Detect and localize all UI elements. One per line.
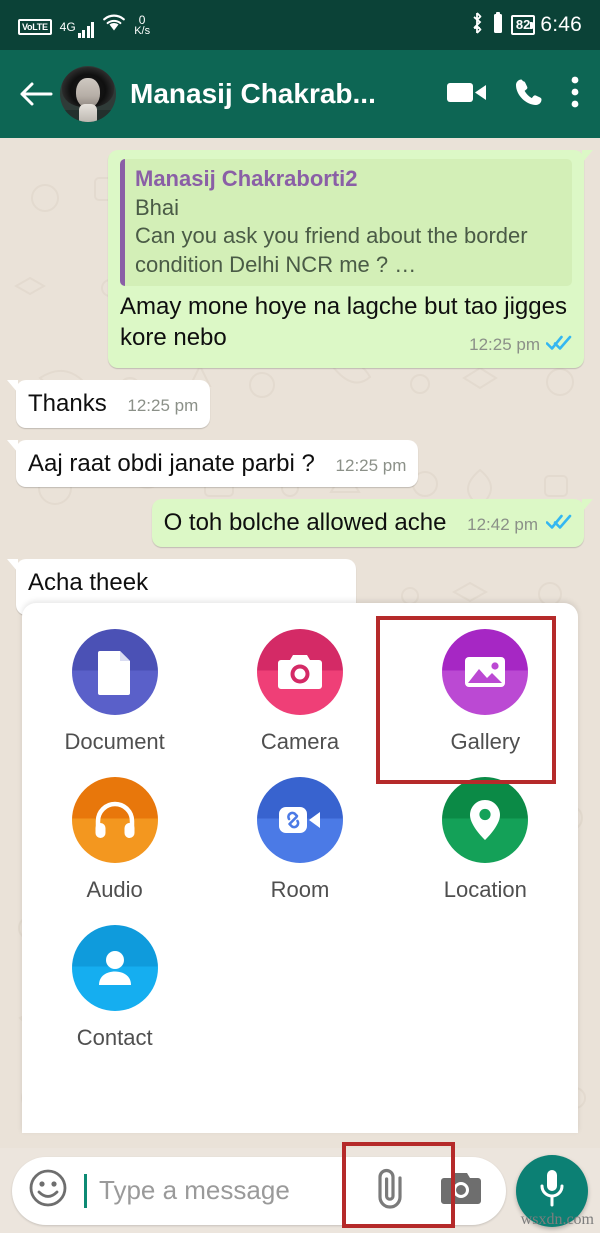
android-status-bar: VoLTE 4G 0 K/s 82 6:46 [0, 0, 600, 50]
network-type-label: 4G [59, 19, 76, 34]
signal-bars-icon [77, 21, 95, 38]
contact-person-icon [71, 925, 158, 1011]
data-rate-unit: K/s [134, 24, 151, 37]
status-bar-left-icons: VoLTE 4G 0 K/s [18, 13, 150, 38]
message-meta: 12:25 pm [469, 329, 572, 360]
location-pin-icon [442, 777, 529, 863]
composer-icons [370, 1167, 490, 1214]
read-receipt-double-check-icon [545, 329, 572, 360]
status-bar-right-icons: 82 6:46 [469, 11, 582, 40]
message-composer[interactable]: Type a message [12, 1156, 506, 1225]
message-bubble-outgoing[interactable]: O toh bolche allowed ache 12:42 pm [151, 499, 594, 547]
phone-call-icon[interactable] [514, 77, 544, 112]
attachment-option-location[interactable]: Location [393, 777, 578, 903]
bluetooth-icon [469, 11, 485, 40]
whatsapp-chat-screen: VoLTE 4G 0 K/s 82 6:46 Manasij Chakrab..… [0, 0, 600, 1233]
microphone-icon [538, 1168, 566, 1213]
attachment-option-gallery[interactable]: Gallery [393, 629, 578, 755]
message-list: Manasij Chakraborti2 Bhai Can you ask yo… [0, 138, 600, 615]
back-arrow-icon[interactable] [16, 74, 56, 114]
message-input-placeholder[interactable]: Type a message [99, 1175, 360, 1206]
attachment-options-panel[interactable]: Document Camera Gallery Audio Room Locat… [22, 603, 578, 1133]
emoji-smiley-icon[interactable] [28, 1168, 68, 1213]
battery-cap-icon [530, 21, 534, 29]
attachment-label: Room [270, 877, 330, 902]
gallery-icon [442, 629, 529, 715]
attachment-option-camera[interactable]: Camera [207, 629, 392, 755]
message-row: Thanks 12:25 pm [6, 379, 584, 428]
room-video-link-icon [256, 777, 343, 863]
attachment-label: Document [64, 729, 165, 754]
message-row: Aaj raat obdi janate parbi ? 12:25 pm [6, 439, 584, 488]
message-meta: 12:25 pm [127, 395, 198, 417]
message-bubble-outgoing[interactable]: Manasij Chakraborti2 Bhai Can you ask yo… [108, 150, 593, 368]
battery-bar-icon [492, 11, 504, 40]
attachment-label: Location [443, 877, 527, 902]
camera-icon[interactable] [440, 1171, 482, 1210]
attachment-option-contact[interactable]: Contact [22, 925, 207, 1051]
message-text: Aaj raat obdi janate parbi ? [28, 449, 315, 477]
message-bubble-incoming[interactable]: Thanks 12:25 pm [6, 379, 211, 428]
volte-indicator: VoLTE [18, 18, 52, 35]
text-cursor [84, 1173, 87, 1208]
quoted-text-line1: Bhai [135, 194, 180, 220]
message-text: Acha theek [28, 568, 149, 596]
message-text: O toh bolche allowed ache [163, 509, 447, 537]
message-row: Manasij Chakraborti2 Bhai Can you ask yo… [16, 150, 593, 368]
status-bar-clock: 6:46 [540, 13, 582, 36]
quoted-message[interactable]: Manasij Chakraborti2 Bhai Can you ask yo… [120, 159, 572, 287]
attachment-label: Camera [260, 729, 340, 754]
document-icon [71, 629, 158, 715]
read-receipt-double-check-icon [545, 508, 572, 539]
camera-icon [256, 629, 343, 715]
message-time: 12:25 pm [127, 395, 199, 415]
attachment-options-grid: Document Camera Gallery Audio Room Locat… [22, 629, 578, 1051]
message-meta: 12:25 pm [336, 455, 407, 477]
data-rate-value: 0 [138, 12, 146, 27]
message-time: 12:25 pm [469, 334, 540, 354]
message-bubble-incoming[interactable]: Aaj raat obdi janate parbi ? 12:25 pm [6, 439, 419, 488]
attachment-option-document[interactable]: Document [22, 629, 207, 755]
contact-avatar[interactable] [60, 66, 116, 122]
message-input-bar: Type a message [0, 1148, 600, 1233]
message-time: 12:42 pm [467, 515, 538, 535]
attachment-label: Gallery [450, 729, 521, 754]
message-text: Thanks [28, 389, 107, 417]
chat-app-bar: Manasij Chakrab... [0, 50, 600, 138]
quoted-text-line3: condition Delhi NCR me ? … [135, 251, 417, 277]
attachment-option-audio[interactable]: Audio [22, 777, 207, 903]
attachment-label: Audio [86, 877, 143, 902]
wifi-icon [102, 13, 126, 37]
message-row: O toh bolche allowed ache 12:42 pm [16, 499, 594, 547]
attachment-option-room[interactable]: Room [207, 777, 392, 903]
image-watermark: wsxdn.com [520, 1211, 594, 1228]
quoted-author: Manasij Chakraborti2 [135, 166, 358, 191]
message-time: 12:25 pm [335, 455, 407, 475]
attachment-label: Contact [76, 1025, 153, 1050]
data-rate-indicator: 0 K/s [134, 12, 151, 37]
quoted-text-line2: Can you ask you friend about the border [135, 223, 528, 249]
app-bar-actions [446, 75, 584, 114]
contact-name-title[interactable]: Manasij Chakrab... [130, 78, 376, 110]
message-meta: 12:42 pm [467, 508, 572, 539]
headphones-icon [71, 777, 158, 863]
overflow-menu-icon[interactable] [570, 75, 580, 114]
paperclip-icon[interactable] [370, 1167, 410, 1214]
video-call-icon[interactable] [446, 78, 488, 111]
cellular-signal-icon: 4G [60, 20, 95, 38]
